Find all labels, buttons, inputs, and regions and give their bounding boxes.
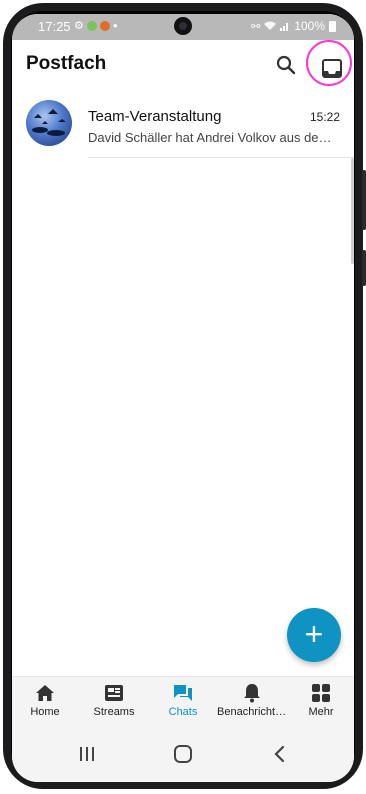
- back-button[interactable]: [268, 742, 292, 766]
- status-bar: 17:25 ⚙ ● ⚯ 100%: [12, 14, 354, 40]
- nav-item-more[interactable]: Mehr: [286, 683, 354, 727]
- home-button[interactable]: [171, 742, 195, 766]
- nav-item-chats[interactable]: Chats: [148, 683, 218, 727]
- search-button[interactable]: [274, 53, 298, 77]
- nav-label-home: Home: [30, 706, 60, 718]
- avatar-image: [32, 109, 66, 136]
- new-chat-button[interactable]: +: [287, 608, 341, 662]
- recent-apps-icon: [80, 747, 94, 761]
- link-icon: ⚯: [251, 20, 261, 33]
- bottom-navigation: Home Streams Chats Benachrichti… Mehr: [12, 676, 354, 727]
- side-button: [362, 250, 366, 286]
- nav-label-more: Mehr: [308, 706, 334, 718]
- status-system-icons: ⚯ 100%: [251, 19, 336, 33]
- screen: 17:25 ⚙ ● ⚯ 100% Postfach Team-Veranstal…: [12, 14, 354, 782]
- grid-icon: [312, 684, 330, 702]
- app-icon: [99, 20, 110, 31]
- wifi-icon: [264, 21, 277, 30]
- nav-label-chats: Chats: [168, 706, 198, 718]
- system-navigation-bar: [12, 726, 354, 782]
- divider: [88, 157, 354, 158]
- status-notification-icons: ⚙ ●: [74, 19, 118, 32]
- plus-icon: +: [304, 616, 324, 652]
- nav-item-streams[interactable]: Streams: [79, 683, 149, 727]
- front-camera: [174, 17, 192, 35]
- chat-time: 15:22: [309, 110, 340, 124]
- side-button: [362, 170, 366, 230]
- battery-percent: 100%: [294, 19, 325, 33]
- app-bar: Postfach: [12, 40, 354, 90]
- nav-item-home[interactable]: Home: [12, 683, 80, 727]
- recent-apps-button[interactable]: [75, 742, 99, 766]
- scrollbar[interactable]: [351, 158, 354, 264]
- phone-frame: 17:25 ⚙ ● ⚯ 100% Postfach Team-Veranstal…: [0, 0, 366, 794]
- battery-icon: [329, 20, 336, 32]
- chat-preview: David Schäller hat Andrei Volkov aus de…: [88, 130, 332, 145]
- nav-label-notifications: Benachrichti…: [217, 706, 287, 718]
- search-icon: [276, 55, 296, 75]
- back-icon: [274, 745, 285, 763]
- chat-avatar: [26, 100, 72, 146]
- nav-label-streams: Streams: [93, 706, 135, 718]
- status-time: 17:25: [38, 19, 71, 34]
- dot-icon: ●: [112, 21, 118, 30]
- inbox-button[interactable]: [312, 49, 352, 89]
- signal-icon: [280, 23, 289, 31]
- settings-icon: ⚙: [74, 20, 84, 32]
- inbox-icon: [322, 59, 342, 78]
- home-circle-icon: [174, 745, 192, 763]
- android-icon: [86, 20, 97, 31]
- nav-item-notifications[interactable]: Benachrichti…: [217, 683, 287, 727]
- home-icon: [36, 685, 54, 701]
- page-title: Postfach: [26, 53, 107, 74]
- chat-list-item[interactable]: Team-Veranstaltung 15:22 David Schäller …: [12, 94, 354, 154]
- chat-name: Team-Veranstaltung: [88, 108, 222, 125]
- bell-icon: [244, 684, 260, 703]
- streams-icon: [105, 685, 123, 701]
- chats-icon: [174, 685, 192, 701]
